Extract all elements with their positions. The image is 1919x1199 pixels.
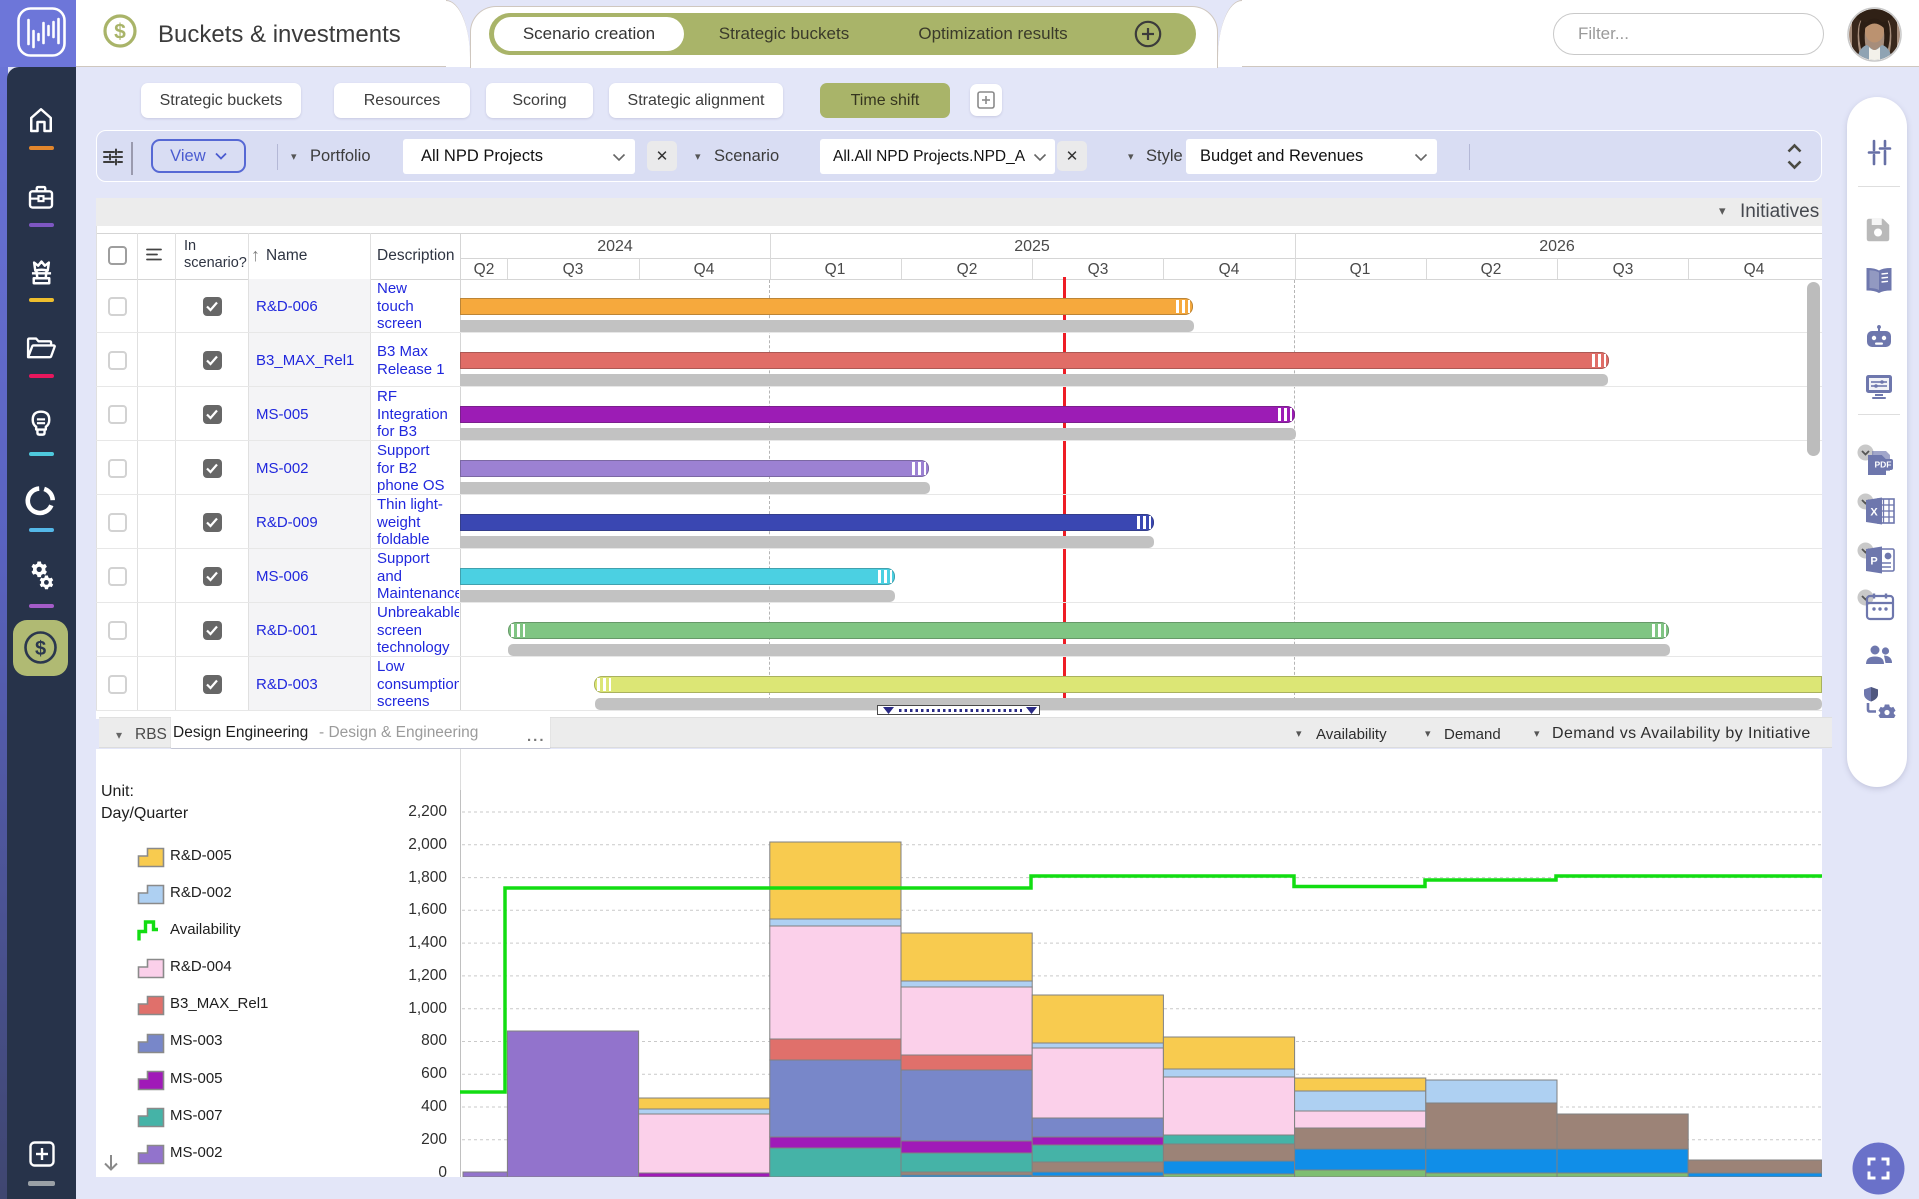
svg-text:P: P (1870, 556, 1877, 568)
svg-text:PDF: PDF (1875, 460, 1892, 470)
svg-text:$: $ (114, 21, 126, 44)
svg-text:$: $ (35, 638, 46, 660)
svg-text:X: X (1870, 507, 1878, 519)
